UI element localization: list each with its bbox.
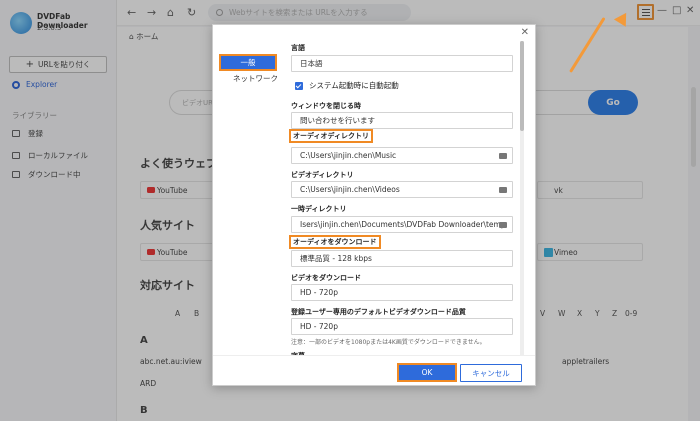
dialog-footer: OK キャンセル [213,355,535,385]
settings-dialog: ✕ 一般 ネットワーク 言語 日本語 システム起動時に自動起動 ウィンドウを閉じ… [212,24,536,386]
dialog-scrollbar[interactable] [520,41,524,361]
tab-general[interactable]: 一般 [219,54,277,71]
ok-button[interactable]: OK [397,363,457,382]
language-label: 言語 [291,44,305,52]
audio-download-label: オーディオをダウンロード [289,235,381,249]
video-dir-label: ビデオディレクトリ [291,171,354,179]
language-value: 日本語 [300,59,323,68]
video-quality-value: HD - 720p [300,288,338,297]
temp-dir-value: Isers\jinjin.chen\Documents\DVDFab Downl… [300,220,506,229]
audio-quality-value: 標準品質 - 128 kbps [300,254,372,263]
close-icon[interactable]: ✕ [521,27,529,38]
folder-icon[interactable] [499,187,507,193]
audio-quality-select[interactable]: 標準品質 - 128 kbps [291,250,513,267]
folder-icon[interactable] [499,153,507,159]
video-quality-select[interactable]: HD - 720p [291,284,513,301]
audio-dir-value: C:\Users\jinjin.chen\Music [300,151,397,160]
default-quality-value: HD - 720p [300,322,338,331]
on-close-select[interactable]: 問い合わせを行います [291,112,513,129]
auto-start-label: システム起動時に自動起動 [309,81,399,90]
tab-network[interactable]: ネットワーク [233,73,278,84]
video-download-label: ビデオをダウンロード [291,274,361,282]
default-quality-label: 登録ユーザー専用のデフォルトビデオダウンロード品質 [291,308,466,316]
auto-start-checkbox[interactable]: システム起動時に自動起動 [295,80,399,91]
language-select[interactable]: 日本語 [291,55,513,72]
checkbox-icon [295,81,303,90]
audio-dir-label: オーディオディレクトリ [289,129,374,143]
audio-dir-field[interactable]: C:\Users\jinjin.chen\Music [291,147,513,164]
cancel-button[interactable]: キャンセル [460,364,522,382]
default-quality-select[interactable]: HD - 720p [291,318,513,335]
temp-dir-field[interactable]: Isers\jinjin.chen\Documents\DVDFab Downl… [291,216,513,233]
video-dir-field[interactable]: C:\Users\jinjin.chen\Videos [291,181,513,198]
quality-note: 注意：一部のビデオを1080pまたは4K画質でダウンロードできません。 [291,339,486,346]
scroll-thumb[interactable] [520,41,524,131]
on-close-label: ウィンドウを閉じる時 [291,102,361,110]
on-close-value: 問い合わせを行います [300,116,375,125]
temp-dir-label: 一時ディレクトリ [291,205,347,213]
video-dir-value: C:\Users\jinjin.chen\Videos [300,185,400,194]
folder-icon[interactable] [499,222,507,228]
